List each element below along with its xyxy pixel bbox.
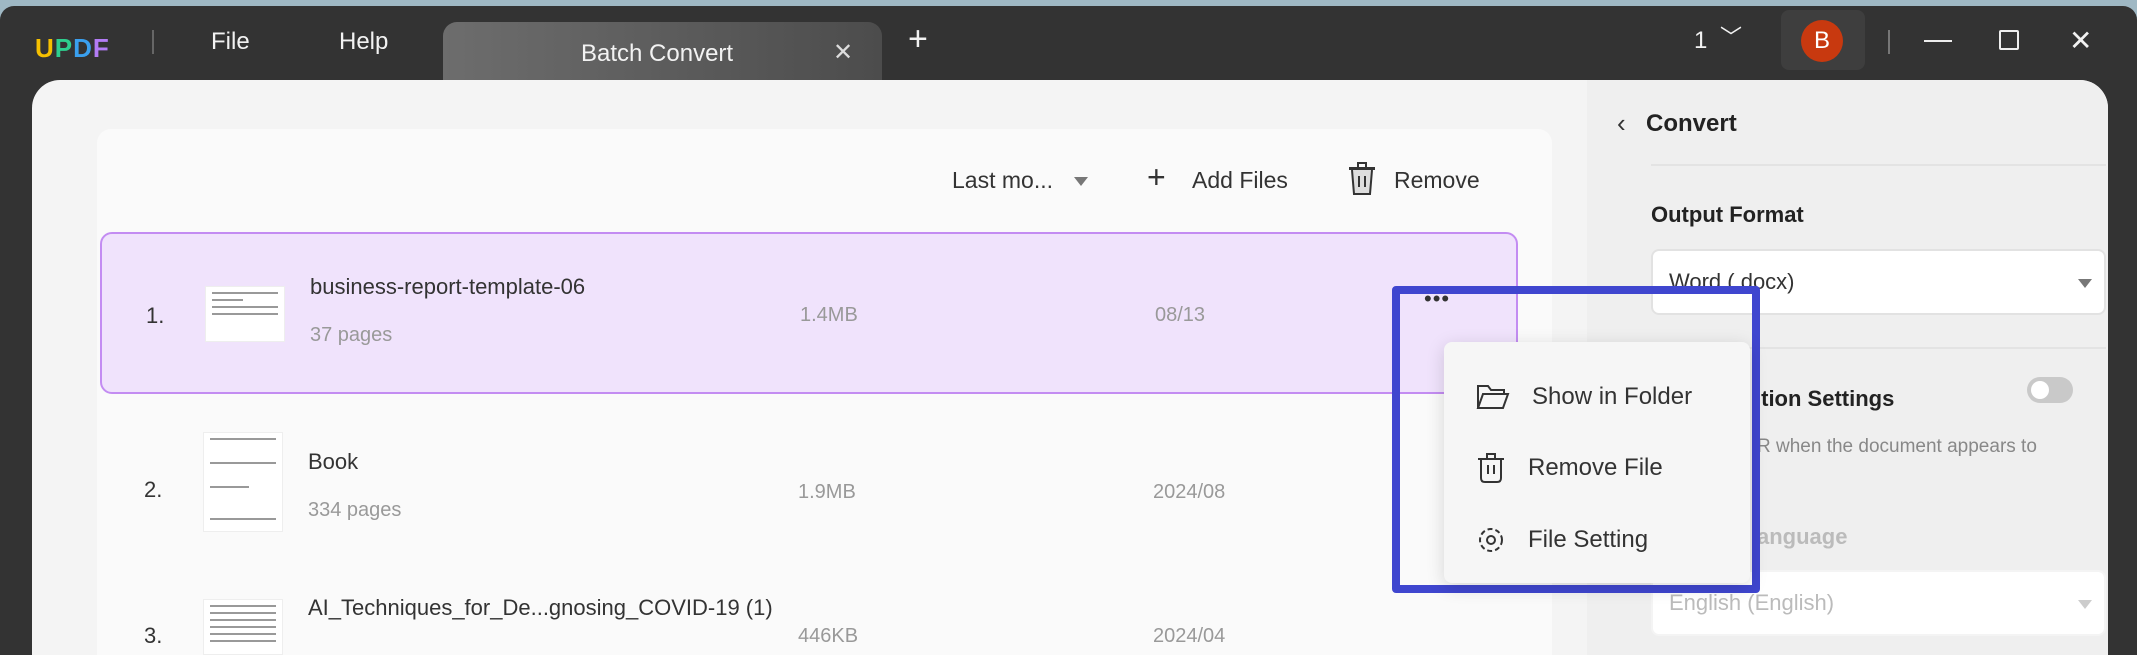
avatar: B — [1801, 20, 1843, 62]
ocr-description: R when the document appears to — [1757, 436, 2037, 457]
menu-item-label: File Setting — [1528, 526, 1649, 553]
add-files-button[interactable]: Add Files — [1192, 167, 1288, 194]
updf-logo: UPDF — [35, 33, 110, 63]
menu-file[interactable]: File — [211, 28, 250, 56]
caret-down-icon[interactable] — [1074, 177, 1088, 186]
caret-down-icon — [2078, 600, 2092, 609]
file-size: 1.9MB — [798, 481, 856, 503]
trash-icon — [1478, 453, 1504, 483]
tab-title: Batch Convert — [581, 40, 734, 67]
minimize-icon[interactable] — [1924, 40, 1952, 42]
file-pages: 334 pages — [308, 499, 402, 521]
file-date: 2024/04 — [1153, 625, 1226, 647]
plus-icon[interactable]: + — [1147, 159, 1166, 196]
gear-icon — [1479, 528, 1503, 552]
chevron-down-icon[interactable]: ﹀ — [1720, 20, 1742, 52]
menu-item-label: Remove File — [1528, 454, 1663, 481]
file-index: 1. — [146, 303, 165, 328]
back-chevron-icon[interactable]: ‹ — [1617, 108, 1626, 139]
tab-close-icon[interactable]: ✕ — [833, 38, 853, 67]
account-button[interactable]: B — [1781, 10, 1865, 70]
menu-item-file-setting[interactable]: File Setting — [1444, 510, 1750, 570]
trash-icon[interactable] — [1347, 162, 1377, 196]
ocr-settings-label: ition Settings — [1755, 386, 1895, 411]
page-count[interactable]: 1 — [1694, 27, 1707, 55]
panel-title: Convert — [1646, 110, 1737, 137]
divider — [1888, 30, 1890, 54]
menu-help[interactable]: Help — [339, 28, 388, 56]
file-name: Book — [308, 449, 359, 474]
file-size: 1.4MB — [800, 304, 858, 326]
toggle-knob — [2031, 381, 2049, 399]
ocr-toggle[interactable] — [2027, 377, 2073, 403]
file-name: business-report-template-06 — [310, 274, 586, 299]
maximize-icon[interactable] — [1999, 30, 2019, 50]
file-row[interactable]: 2. Book 334 pages 1.9MB 2024/08 — [100, 397, 1518, 559]
caret-down-icon — [2078, 279, 2092, 288]
context-menu: Show in Folder Remove File File Setting — [1444, 342, 1750, 583]
file-name: AI_Techniques_for_De...gnosing_COVID-19 … — [308, 595, 773, 620]
menu-item-show-in-folder[interactable]: Show in Folder — [1444, 367, 1750, 427]
sort-dropdown[interactable]: Last mo... — [952, 167, 1053, 194]
language-label: anguage — [1757, 524, 1848, 549]
menu-item-label: Show in Folder — [1532, 383, 1693, 410]
main-content: Last mo... + Add Files Remove 1. busines… — [32, 80, 2108, 655]
divider — [1651, 164, 2106, 166]
file-row[interactable]: 1. business-report-template-06 37 pages … — [100, 232, 1518, 394]
file-date: 08/13 — [1155, 304, 1206, 326]
file-pages: 37 pages — [310, 324, 393, 346]
new-tab-icon[interactable]: + — [908, 20, 928, 59]
file-thumbnail — [203, 599, 283, 655]
close-icon[interactable]: ✕ — [2069, 24, 2092, 57]
folder-icon — [1476, 385, 1510, 409]
menu-item-remove-file[interactable]: Remove File — [1444, 438, 1750, 498]
remove-button[interactable]: Remove — [1394, 167, 1480, 194]
file-list-card: Last mo... + Add Files Remove 1. busines… — [97, 129, 1552, 655]
divider — [152, 30, 154, 54]
file-thumbnail — [205, 286, 285, 342]
file-index: 3. — [144, 623, 163, 648]
output-format-label: Output Format — [1651, 202, 1804, 227]
file-size: 446KB — [798, 625, 859, 647]
file-thumbnail — [203, 432, 283, 532]
language-value: English (English) — [1669, 590, 1835, 615]
file-date: 2024/08 — [1153, 481, 1226, 503]
file-row[interactable]: 3. AI_Techniques_for_De...gnosing_COVID-… — [100, 565, 1518, 655]
file-index: 2. — [144, 477, 163, 502]
tab-batch-convert[interactable]: Batch Convert ✕ — [443, 22, 882, 88]
